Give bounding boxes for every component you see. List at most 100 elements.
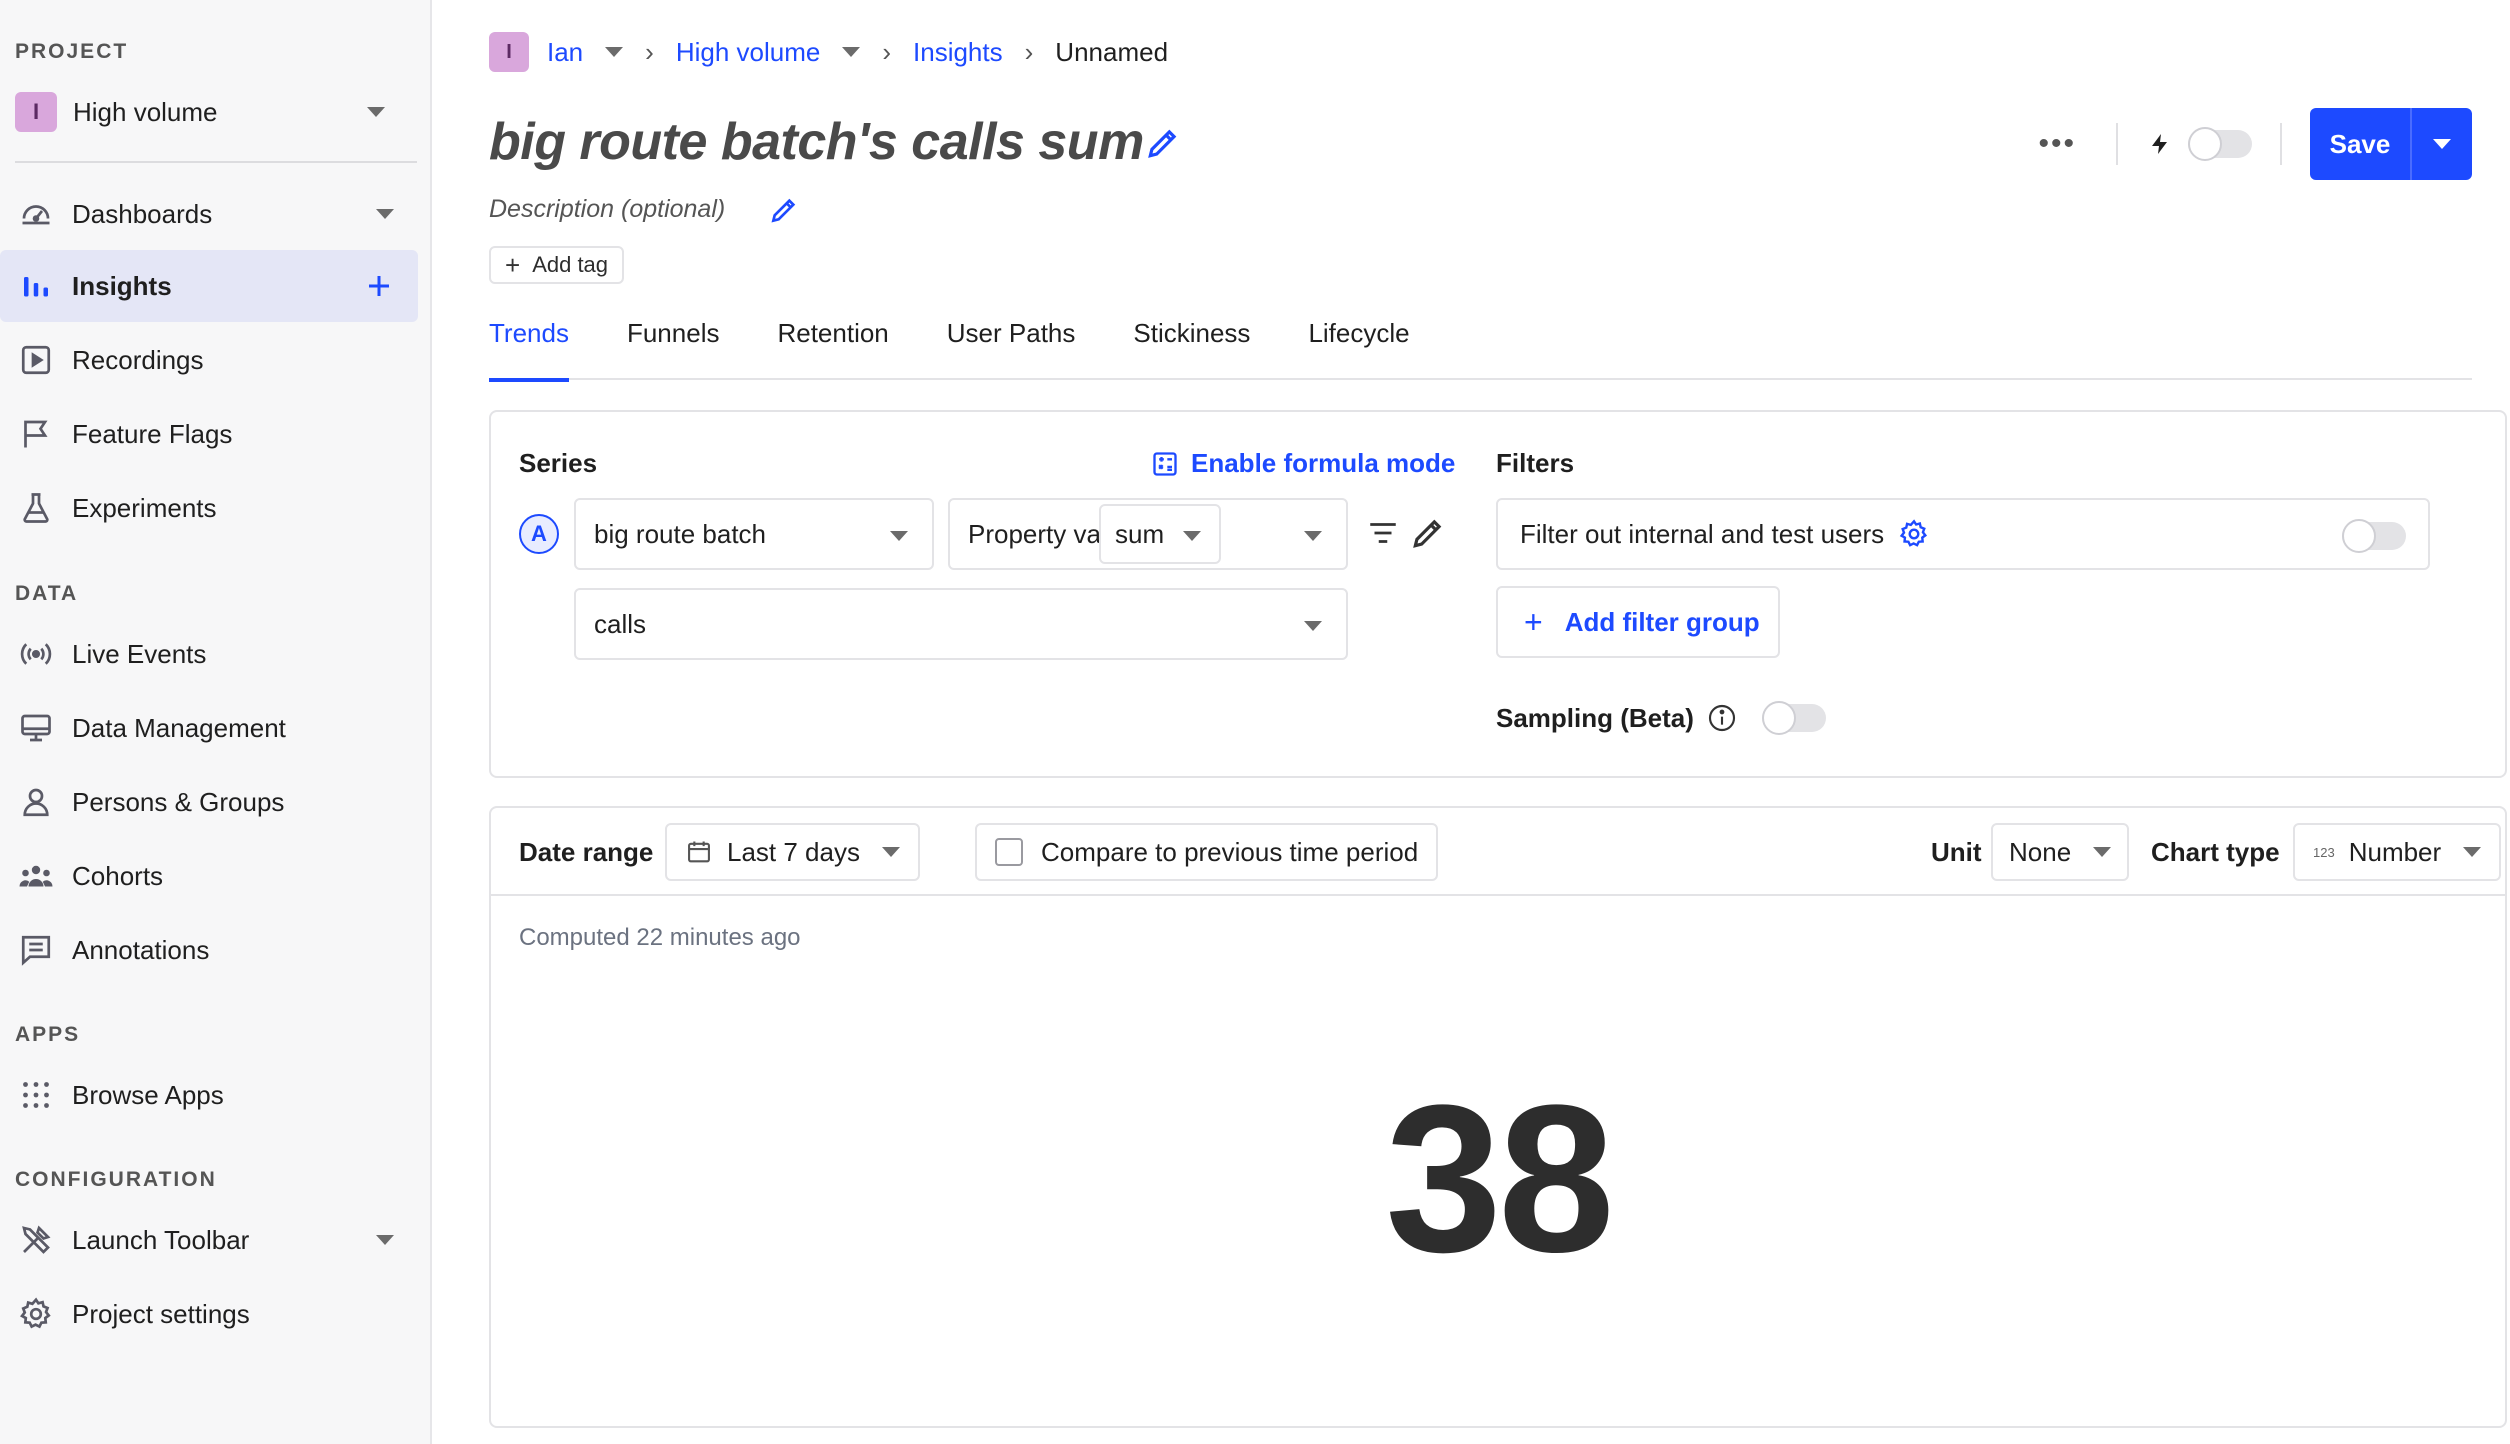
lightning-icon: [2148, 130, 2172, 158]
chevron-down-icon[interactable]: [842, 47, 861, 57]
project-section-heading: PROJECT: [15, 40, 129, 63]
data-section-heading: DATA: [15, 582, 79, 605]
filter-lines-icon[interactable]: [1364, 516, 1402, 550]
tab-funnels[interactable]: Funnels: [627, 318, 720, 380]
internal-filter-toggle[interactable]: [2342, 519, 2406, 553]
sidebar-item-project-settings[interactable]: Project settings: [0, 1278, 418, 1350]
sidebar-item-dashboards[interactable]: Dashboards: [0, 178, 418, 250]
save-button[interactable]: Save: [2310, 108, 2472, 180]
main-content: I Ian › High volume › Insights › Unnamed…: [434, 0, 2510, 1444]
chevron-down-icon: [890, 531, 908, 541]
insight-description[interactable]: Description (optional): [489, 195, 725, 224]
configuration-section-heading: CONFIGURATION: [15, 1168, 217, 1191]
project-avatar: I: [15, 92, 57, 132]
gear-icon: [1899, 519, 1928, 547]
internal-users-filter: Filter out internal and test users: [1496, 498, 2430, 570]
property-select[interactable]: calls: [574, 588, 1348, 660]
formula-mode-label: Enable formula mode: [1191, 448, 1456, 478]
sidebar-item-insights[interactable]: Insights: [0, 250, 418, 322]
results-card: Date range Last 7 days Compare to previo…: [489, 806, 2507, 1428]
sidebar-item-recordings[interactable]: Recordings: [0, 324, 418, 396]
chevron-down-icon[interactable]: [376, 1235, 394, 1245]
tab-user-paths[interactable]: User Paths: [947, 318, 1076, 380]
results-toolbar: Date range Last 7 days Compare to previo…: [491, 808, 2505, 896]
breadcrumb: I Ian › High volume › Insights › Unnamed: [489, 32, 1168, 72]
plus-icon: +: [1524, 603, 1543, 640]
breadcrumb-separator-icon: ›: [882, 36, 892, 67]
user-avatar[interactable]: I: [489, 32, 529, 72]
breadcrumb-separator-icon: ›: [1024, 36, 1034, 67]
pencil-icon[interactable]: [1144, 124, 1182, 162]
tools-icon: [17, 1221, 55, 1259]
save-dropdown-button[interactable]: [2412, 139, 2472, 149]
sidebar-item-browse-apps[interactable]: Browse Apps: [0, 1059, 418, 1131]
tab-trends[interactable]: Trends: [489, 318, 569, 382]
more-options-icon[interactable]: •••: [2038, 127, 2076, 161]
breadcrumb-user[interactable]: Ian: [547, 37, 583, 68]
breadcrumb-current: Unnamed: [1055, 36, 1169, 67]
apps-grid-icon: [17, 1076, 55, 1114]
sidebar-item-live-events[interactable]: Live Events: [0, 618, 418, 690]
aggregation-select[interactable]: sum: [1099, 504, 1221, 564]
sidebar-item-experiments[interactable]: Experiments: [0, 472, 418, 544]
sidebar: PROJECT I High volume Dashboards Insight…: [0, 0, 432, 1444]
save-label: Save: [2329, 128, 2391, 159]
compare-previous-checkbox[interactable]: Compare to previous time period: [975, 823, 1439, 881]
chevron-down-icon: [1304, 621, 1322, 631]
chevron-down-icon: [2093, 847, 2112, 857]
filters-heading: Filters: [1496, 448, 1575, 478]
compare-label: Compare to previous time period: [1041, 836, 1419, 867]
date-range-value: Last 7 days: [727, 836, 860, 867]
insight-title[interactable]: big route batch's calls sum: [489, 112, 1144, 172]
property-select-value: calls: [594, 608, 647, 639]
add-filter-group-button[interactable]: + Add filter group: [1496, 586, 1780, 658]
annotation-icon: [17, 931, 55, 969]
breadcrumb-project[interactable]: High volume: [676, 37, 821, 68]
checkbox[interactable]: [995, 838, 1023, 866]
info-icon: [1708, 704, 1735, 732]
sampling-toggle[interactable]: [1761, 701, 1826, 735]
tab-stickiness[interactable]: Stickiness: [1133, 318, 1250, 380]
calendar-icon: [688, 841, 710, 863]
sampling-row: Sampling (Beta): [1496, 701, 1826, 735]
add-tag-button[interactable]: + Add tag: [489, 246, 625, 284]
plus-icon[interactable]: [364, 271, 394, 301]
sidebar-item-annotations[interactable]: Annotations: [0, 914, 418, 986]
date-range-label: Date range: [519, 836, 654, 867]
chart-type-value: Number: [2348, 836, 2442, 867]
chevron-down-icon: [1304, 531, 1322, 541]
event-select[interactable]: big route batch: [574, 498, 934, 570]
sidebar-item-label: Dashboards: [72, 198, 213, 229]
internal-filter-label: Filter out internal and test users: [1520, 518, 1885, 549]
sidebar-item-cohorts[interactable]: Cohorts: [0, 840, 418, 912]
sidebar-item-launch-toolbar[interactable]: Launch Toolbar: [0, 1204, 418, 1276]
breadcrumb-insights[interactable]: Insights: [913, 37, 1003, 68]
apps-section-heading: APPS: [15, 1023, 81, 1046]
sidebar-item-persons-groups[interactable]: Persons & Groups: [0, 766, 418, 838]
unit-select[interactable]: None: [1991, 823, 2130, 881]
chevron-down-icon: [367, 107, 385, 117]
tab-retention[interactable]: Retention: [777, 318, 888, 380]
aggregation-select-value: sum: [1115, 518, 1165, 549]
sidebar-item-label: Project settings: [72, 1298, 250, 1329]
chart-type-select[interactable]: 123 Number: [2293, 823, 2502, 881]
dashboard-icon: [17, 195, 55, 233]
tab-lifecycle[interactable]: Lifecycle: [1308, 318, 1409, 380]
sidebar-divider: [15, 161, 417, 163]
project-switcher[interactable]: I High volume: [15, 91, 415, 133]
date-range-select[interactable]: Last 7 days: [665, 823, 920, 881]
sidebar-item-feature-flags[interactable]: Feature Flags: [0, 398, 418, 470]
enable-formula-mode-button[interactable]: Enable formula mode: [1151, 448, 1455, 479]
chevron-down-icon[interactable]: [605, 47, 624, 57]
pencil-icon[interactable]: [768, 194, 800, 226]
pencil-icon[interactable]: [1409, 514, 1447, 552]
flask-icon: [17, 489, 55, 527]
chevron-down-icon: [1183, 531, 1201, 541]
sidebar-item-label: Experiments: [72, 492, 217, 523]
calculator-icon: [1153, 451, 1177, 476]
series-letter-badge: A: [519, 514, 559, 554]
chevron-down-icon[interactable]: [376, 209, 394, 219]
sidebar-item-data-management[interactable]: Data Management: [0, 692, 418, 764]
divider: [2116, 123, 2118, 165]
live-refresh-toggle[interactable]: [2188, 127, 2252, 161]
